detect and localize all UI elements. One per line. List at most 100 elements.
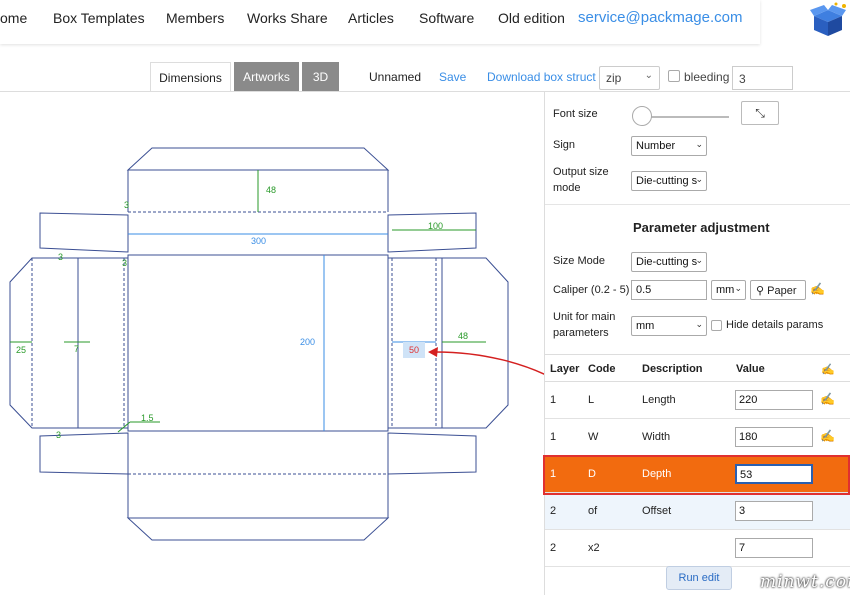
- row-code: x2: [588, 542, 600, 554]
- dim-label-left-tab: 25: [16, 345, 26, 355]
- nav-software[interactable]: Software: [419, 10, 474, 26]
- nav-email-link[interactable]: service@packmage.com: [578, 9, 742, 26]
- size-mode-label: Size Mode: [553, 255, 605, 267]
- unit-value: mm: [636, 320, 655, 332]
- font-size-slider-handle[interactable]: [632, 106, 652, 126]
- nav-box-templates[interactable]: Box Templates: [53, 10, 145, 26]
- left-dust-flap-bottom: [39, 432, 129, 475]
- chevron-down-icon: ⌄: [695, 255, 703, 265]
- tab-3d[interactable]: 3D: [302, 62, 339, 92]
- pencil-icon[interactable]: ✍: [810, 282, 825, 296]
- unit-select[interactable]: mm ⌄: [631, 316, 707, 336]
- table-row[interactable]: 1 L Length 220 ✍: [545, 382, 850, 419]
- paper-button-label: Paper: [767, 285, 797, 297]
- dim-label-small-d: 3: [56, 430, 61, 440]
- sign-select[interactable]: Number ⌄: [631, 136, 707, 156]
- output-size-value: Die-cutting s: [636, 175, 698, 187]
- download-box-struct-link[interactable]: Download box struct: [487, 70, 596, 84]
- row-code: of: [588, 505, 598, 517]
- dieline-canvas[interactable]: 48 100 300 200 48 25 3 3 3 3 7 1.5 50: [0, 92, 544, 595]
- chevron-down-icon: ⌄: [695, 139, 703, 149]
- row-code: W: [588, 431, 599, 443]
- pencil-icon[interactable]: ✍: [821, 363, 835, 376]
- table-row[interactable]: 2 of Offset 3: [545, 493, 850, 530]
- row-description: Width: [642, 431, 671, 443]
- dim-label-left-flap: 100: [428, 221, 443, 231]
- chevron-down-icon: ⌄: [695, 174, 703, 184]
- dim-label-depth: 50: [409, 345, 419, 355]
- row-description: Depth: [642, 468, 672, 480]
- toolbar: Dimensions Artworks 3D Unnamed Save Down…: [0, 60, 850, 92]
- bleeding-input[interactable]: 3: [732, 66, 793, 90]
- sign-label: Sign: [553, 139, 576, 151]
- format-select[interactable]: zip ⌄: [599, 66, 660, 90]
- font-size-label: Font size: [553, 108, 598, 120]
- run-edit-button[interactable]: Run edit: [666, 566, 732, 590]
- caliper-unit-select[interactable]: mm ⌄: [711, 280, 746, 300]
- output-size-select[interactable]: Die-cutting s ⌄: [631, 171, 707, 191]
- fit-screen-button[interactable]: ⤡: [741, 101, 779, 125]
- nav-articles[interactable]: Articles: [348, 10, 394, 26]
- paper-button[interactable]: ⚲ Paper: [750, 280, 806, 300]
- row-layer: 2: [550, 505, 557, 517]
- nav-members[interactable]: Members: [166, 10, 224, 26]
- nav-old-edition[interactable]: Old edition: [498, 10, 565, 26]
- offset-input[interactable]: 3: [735, 501, 813, 521]
- right-side-panel: [441, 257, 509, 429]
- dim-label-height: 200: [300, 337, 315, 347]
- row-code: D: [588, 468, 596, 480]
- section-divider: [545, 204, 850, 205]
- size-mode-select[interactable]: Die-cutting s ⌄: [631, 252, 707, 272]
- dim-label-offset: 1.5: [141, 413, 154, 423]
- top-nav: ome Box Templates Members Works Share Ar…: [0, 0, 760, 44]
- tab-artworks[interactable]: Artworks: [234, 62, 299, 92]
- parameter-adjustment-title: Parameter adjustment: [633, 220, 770, 235]
- pencil-icon[interactable]: ✍: [820, 392, 835, 406]
- row-layer: 1: [550, 431, 557, 443]
- table-row[interactable]: 2 x2 7: [545, 530, 850, 567]
- caliper-input[interactable]: 0.5: [631, 280, 707, 300]
- nav-home[interactable]: ome: [0, 10, 27, 26]
- col-description: Description: [642, 363, 703, 375]
- dim-label-top-height: 48: [266, 185, 276, 195]
- col-layer: Layer: [550, 363, 580, 375]
- tab-dimensions[interactable]: Dimensions: [150, 62, 231, 92]
- caliper-label: Caliper (0.2 - 5): [553, 284, 630, 296]
- row-code: L: [588, 394, 595, 406]
- annotation-arrow: [429, 351, 544, 375]
- bleeding-checkbox[interactable]: [668, 70, 680, 82]
- x2-input[interactable]: 7: [735, 538, 813, 558]
- row-layer: 1: [550, 468, 557, 480]
- width-input[interactable]: 180: [735, 427, 813, 447]
- length-input[interactable]: 220: [735, 390, 813, 410]
- hide-details-checkbox[interactable]: [711, 320, 722, 331]
- right-dust-flap-bottom: [387, 432, 477, 475]
- dim-label-width: 300: [251, 236, 266, 246]
- pencil-icon[interactable]: ✍: [820, 429, 835, 443]
- dim-label-small-c: 3: [122, 258, 127, 268]
- parameter-panel: Font size ⤡ Sign Number ⌄ Output size mo…: [544, 92, 850, 595]
- box-logo-icon[interactable]: [808, 2, 850, 38]
- row-description: Offset: [642, 505, 672, 517]
- row-description: Length: [642, 394, 676, 406]
- dim-label-small-a: 3: [124, 200, 129, 210]
- main-panel: [127, 254, 389, 432]
- row-layer: 2: [550, 542, 557, 554]
- hide-details-label: Hide details params: [726, 319, 824, 331]
- search-icon: ⚲: [756, 285, 765, 297]
- table-row-selected[interactable]: 1 D Depth 53: [545, 456, 850, 493]
- unit-label-line2: parameters: [553, 327, 609, 339]
- dim-label-small-b: 3: [58, 252, 63, 262]
- project-name[interactable]: Unnamed: [369, 70, 421, 84]
- table-row[interactable]: 1 W Width 180 ✍: [545, 419, 850, 456]
- annotation-arrowhead: [428, 347, 438, 357]
- nav-works-share[interactable]: Works Share: [247, 10, 328, 26]
- col-value: Value: [736, 363, 765, 375]
- chevron-down-icon: ⌄: [734, 283, 742, 293]
- shrink-icon: ⤡: [755, 106, 765, 120]
- col-code: Code: [588, 363, 616, 375]
- left-dust-flap-top: [39, 212, 129, 253]
- depth-input[interactable]: 53: [735, 464, 813, 484]
- bleeding-label: bleeding: [684, 70, 730, 84]
- save-link[interactable]: Save: [439, 70, 466, 84]
